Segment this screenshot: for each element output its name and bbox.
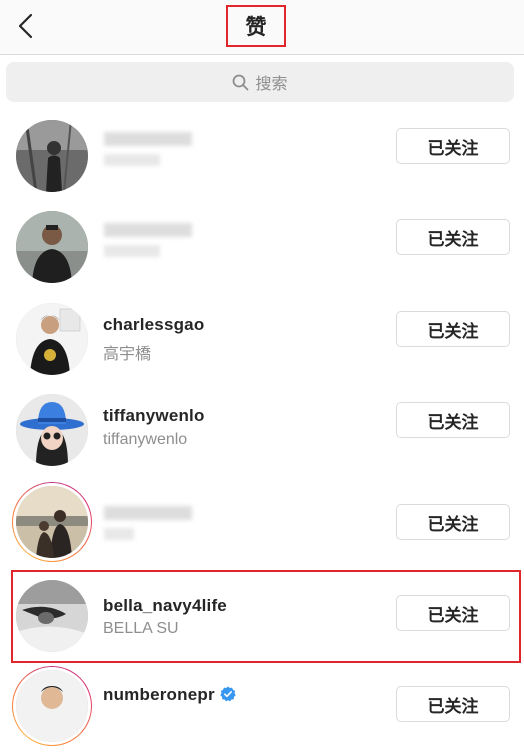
avatar[interactable] xyxy=(16,211,88,283)
search-input[interactable]: 搜索 xyxy=(6,62,514,102)
search-icon xyxy=(233,74,249,90)
blurred-username xyxy=(104,506,192,520)
page-title: 赞 xyxy=(226,5,286,47)
avatar[interactable] xyxy=(16,670,88,742)
list-item[interactable]: charlessgao 高宇橋 已关注 xyxy=(0,295,524,385)
username[interactable]: charlessgao xyxy=(103,315,204,335)
following-button[interactable]: 已关注 xyxy=(396,128,510,164)
verified-badge-icon xyxy=(220,686,236,702)
list-item[interactable]: 已关注 xyxy=(0,478,524,568)
list-item[interactable]: bella_navy4life BELLA SU 已关注 xyxy=(0,570,524,660)
blurred-username xyxy=(104,223,192,237)
avatar-story-ring[interactable] xyxy=(12,482,92,562)
following-button[interactable]: 已关注 xyxy=(396,311,510,347)
list-item[interactable]: tiffanywenlo tiffanywenlo 已关注 xyxy=(0,386,524,476)
avatar[interactable] xyxy=(16,303,88,375)
following-button[interactable]: 已关注 xyxy=(396,686,510,722)
following-button[interactable]: 已关注 xyxy=(396,219,510,255)
blurred-fullname xyxy=(104,528,134,540)
blurred-fullname xyxy=(104,154,160,166)
list-item[interactable]: numberonepr 已关注 xyxy=(0,662,524,752)
chevron-left-icon xyxy=(18,13,33,39)
back-button[interactable] xyxy=(14,12,38,40)
blurred-username xyxy=(104,132,192,146)
list-item[interactable]: 已关注 xyxy=(0,203,524,293)
nav-header: 赞 xyxy=(0,0,524,55)
avatar[interactable] xyxy=(16,394,88,466)
username-text: numberonepr xyxy=(103,685,215,704)
avatar-story-ring[interactable] xyxy=(12,666,92,746)
username[interactable]: numberonepr xyxy=(103,685,236,705)
blurred-fullname xyxy=(104,245,160,257)
following-button[interactable]: 已关注 xyxy=(396,504,510,540)
avatar[interactable] xyxy=(16,120,88,192)
username[interactable]: tiffanywenlo xyxy=(103,406,205,426)
avatar[interactable] xyxy=(16,486,88,558)
username[interactable]: bella_navy4life xyxy=(103,596,227,616)
full-name: tiffanywenlo xyxy=(103,431,188,448)
following-button[interactable]: 已关注 xyxy=(396,402,510,438)
avatar[interactable] xyxy=(16,580,88,652)
list-item[interactable]: 已关注 xyxy=(0,112,524,202)
full-name: 高宇橋 xyxy=(103,346,152,363)
following-button[interactable]: 已关注 xyxy=(396,595,510,631)
search-placeholder: 搜索 xyxy=(255,76,288,93)
page-title-text: 赞 xyxy=(245,16,267,39)
full-name: BELLA SU xyxy=(103,620,179,637)
